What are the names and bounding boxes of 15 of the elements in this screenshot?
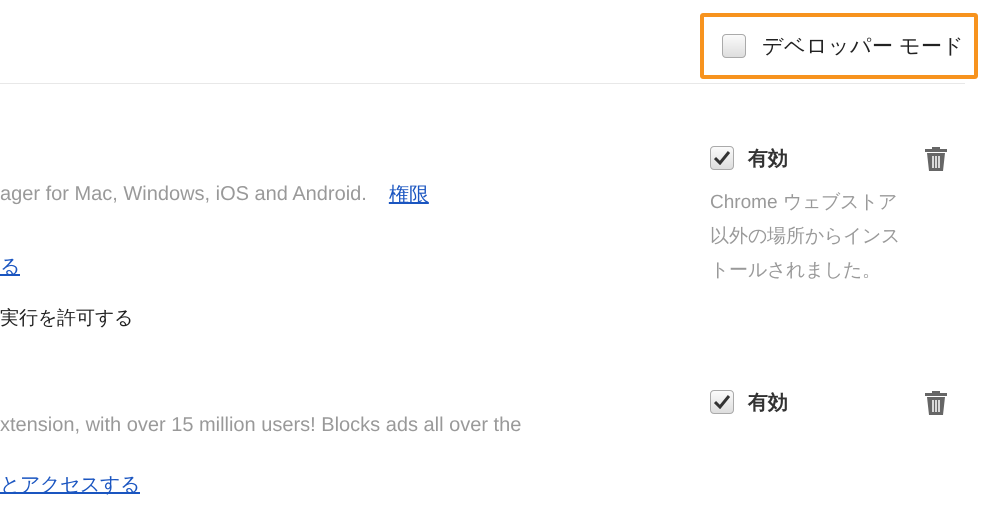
extension-description: ager for Mac, Windows, iOS and Android. bbox=[0, 182, 367, 206]
install-source-note: Chrome ウェブストア以外の場所からインストールされました。 bbox=[710, 191, 901, 283]
enabled-checkbox-label[interactable]: 有効 bbox=[710, 388, 788, 416]
extension-link[interactable]: る bbox=[0, 252, 20, 280]
extension-description: xtension, with over 15 million users! Blocks ads all over the bbox=[0, 414, 522, 436]
enabled-checkbox-label[interactable]: 有効 bbox=[710, 144, 788, 172]
checkbox[interactable] bbox=[710, 390, 734, 414]
extension-link[interactable]: とアクセスする bbox=[0, 470, 140, 498]
extension-link[interactable]: 権限 bbox=[388, 180, 429, 208]
checkbox[interactable] bbox=[710, 146, 734, 170]
developer-mode-toggle[interactable]: デベロッパー モード bbox=[700, 13, 978, 79]
option-label: 実行を許可する bbox=[0, 307, 133, 331]
trash-icon[interactable] bbox=[924, 144, 948, 172]
trash-icon[interactable] bbox=[924, 388, 948, 416]
checkbox[interactable] bbox=[722, 34, 746, 58]
